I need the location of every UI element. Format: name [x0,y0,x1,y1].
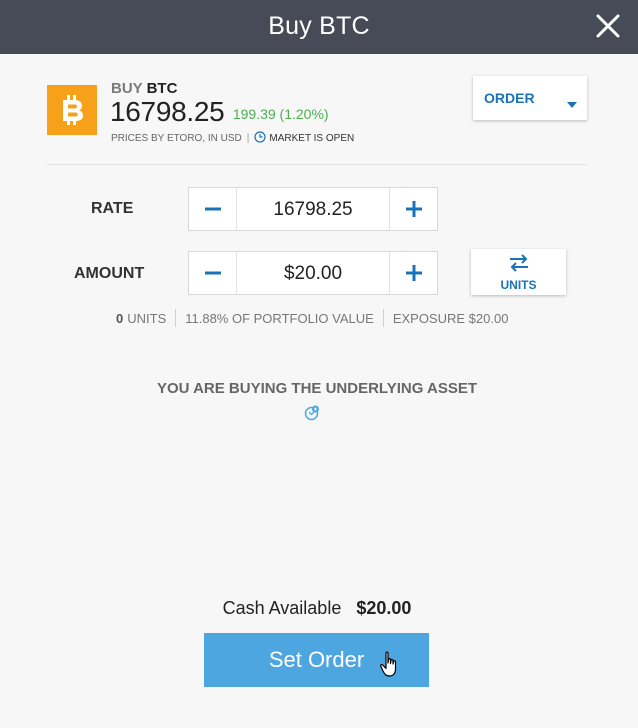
price-info: PRICES BY ETORO, IN USD | MARKET IS OPEN [111,131,354,146]
units-stat-label: UNITS [127,310,167,326]
cash-available-label: Cash Available [222,598,342,618]
rate-label: RATE [91,200,134,217]
info-badge-icon[interactable] [304,405,320,426]
stats-divider [175,309,177,327]
section-divider [47,164,587,165]
asset-price: 16798.25 [110,96,225,127]
dialog-header: Buy BTC [0,0,638,54]
asset-heading: BUY BTC [111,80,177,97]
cash-available-amount: $20.00 [356,598,412,618]
amount-input[interactable]: $20.00 [237,263,389,285]
market-status: MARKET IS OPEN [269,133,355,144]
rate-stepper: 16798.25 [188,187,438,231]
units-toggle-button[interactable]: UNITS [471,249,566,295]
clock-icon [254,131,266,146]
amount-label: AMOUNT [74,265,145,282]
asset-symbol: BTC [146,80,178,97]
bitcoin-logo-icon [47,85,97,135]
prices-source: PRICES BY ETORO, IN USD [111,133,242,144]
position-stats: 0 UNITS 11.88% OF PORTFOLIO VALUE EXPOSU… [116,309,508,327]
underlying-asset-notice: YOU ARE BUYING THE UNDERLYING ASSET [156,380,478,397]
price-change: 199.39 (1.20%) [232,106,329,122]
units-toggle-label: UNITS [500,278,537,292]
exposure-value: EXPOSURE $20.00 [392,310,509,326]
buy-prefix: BUY [111,80,143,97]
rate-input[interactable]: 16798.25 [237,199,389,221]
close-icon[interactable] [596,14,620,38]
dialog-title: Buy BTC [268,12,370,40]
amount-decrease-button[interactable] [189,252,237,294]
portfolio-percent: 11.88% OF PORTFOLIO VALUE [185,310,374,326]
price-line: 16798.25 199.39 (1.20%) [110,96,329,128]
swap-arrows-icon [510,254,528,272]
order-type-label: ORDER [484,90,535,106]
chevron-down-icon [567,95,577,113]
units-count: 0 [116,310,124,326]
hand-pointer-cursor-icon [380,651,400,684]
amount-increase-button[interactable] [389,252,437,294]
amount-stepper: $20.00 [188,251,438,295]
rate-decrease-button[interactable] [189,188,237,230]
stats-divider [382,309,384,327]
order-type-dropdown[interactable]: ORDER [473,76,587,120]
rate-increase-button[interactable] [389,188,437,230]
cash-available: Cash Available $20.00 [0,598,634,619]
info-separator: | [246,133,250,144]
